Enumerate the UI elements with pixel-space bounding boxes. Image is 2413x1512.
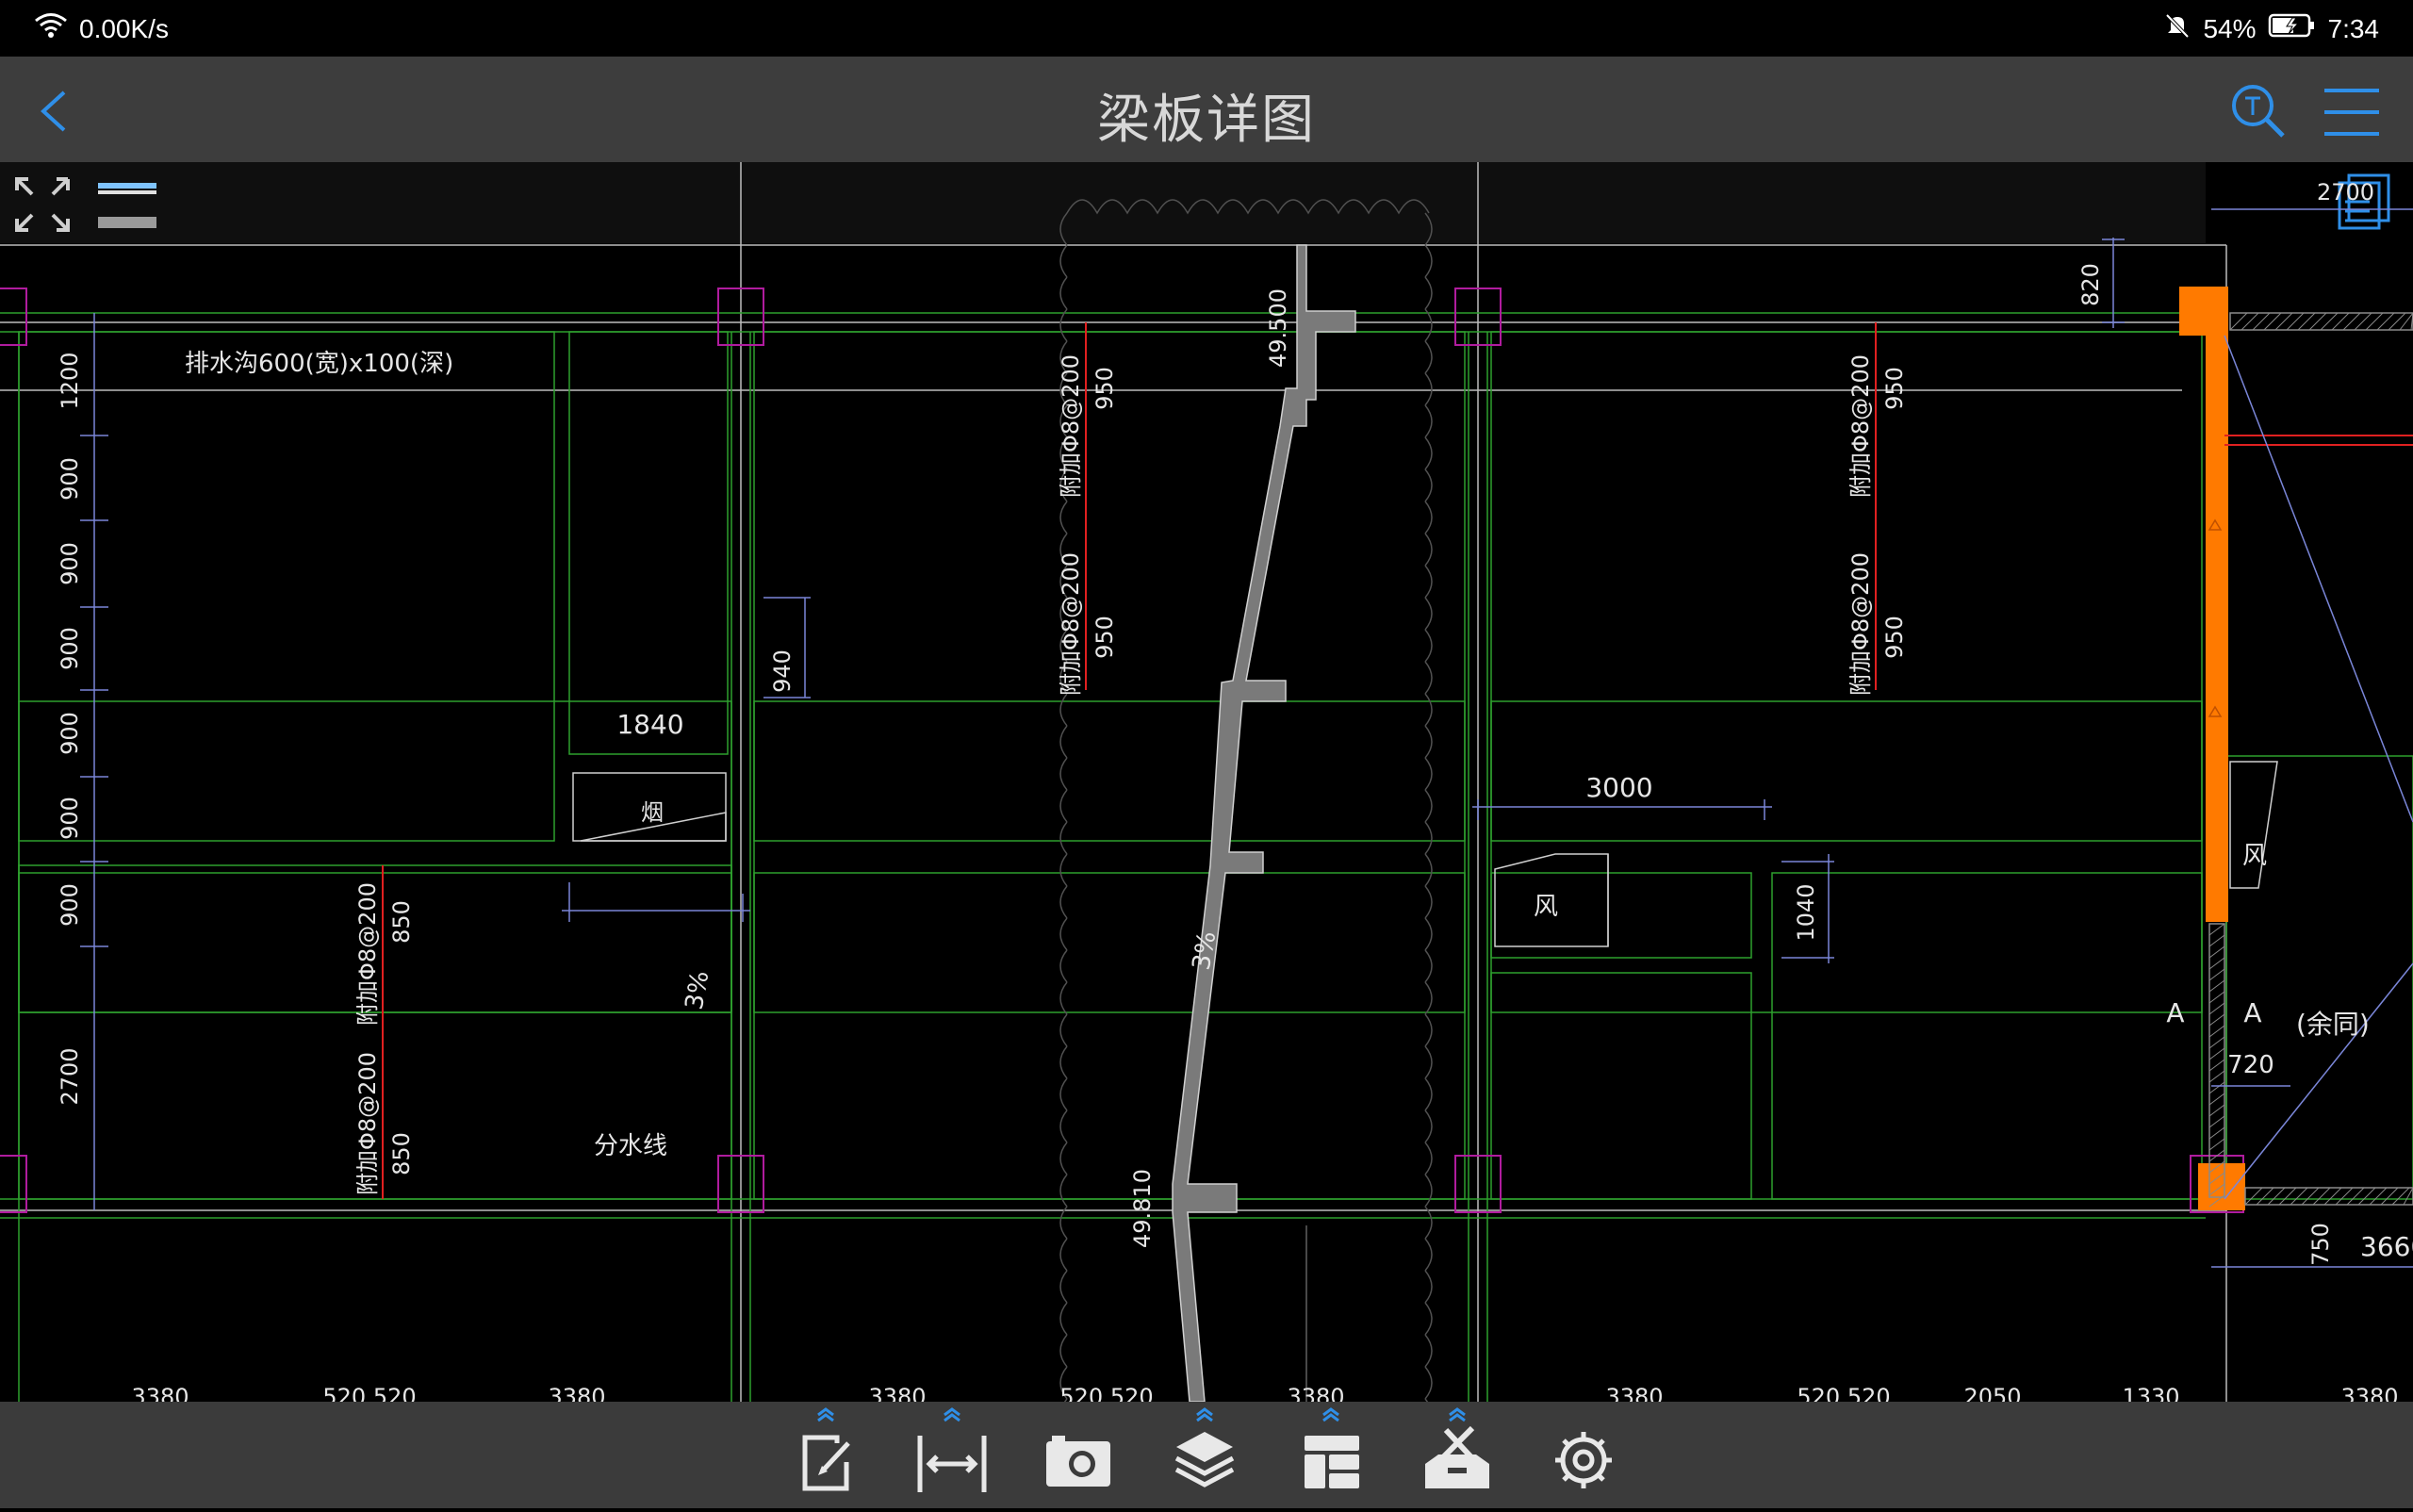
dim-750: 750 [2307,1223,2334,1266]
bottom-dim-9: 2050 [1963,1384,2021,1402]
dim-820: 820 [2077,263,2104,306]
dim-2700-top: 2700 [2317,179,2374,205]
gear-icon [1555,1432,1612,1488]
slab-panels [0,312,2413,1402]
note-same: (余同) [2296,1009,2370,1040]
rebar-note-4: 附加Φ8@200 [1847,552,1874,696]
section-a-left: A [2166,997,2184,1028]
rebar-note-6: 附加Φ8@200 [354,1052,381,1195]
toolbox-tool-button[interactable] [1410,1402,1504,1508]
rebar-len-4: 950 [1881,616,1908,659]
left-dim-4: 900 [57,627,83,670]
rebar-note-2: 附加Φ8@200 [1058,552,1084,696]
bottom-dim-4: 3380 [868,1384,926,1402]
edit-icon [802,1435,850,1491]
layers-icon [1174,1432,1235,1487]
slope-center: 3% [1188,929,1223,973]
settings-tool-button[interactable] [1536,1402,1631,1508]
rebar-note-3: 附加Φ8@200 [1847,354,1874,498]
room-xi: 烟 [641,799,664,826]
axis-lines [0,162,2227,1402]
bottom-dim-2: 520 520 [322,1384,416,1402]
left-dim-3: 900 [57,542,83,585]
camera-tool-button[interactable] [1031,1402,1125,1508]
bottom-dim-1: 3380 [131,1384,189,1402]
layout-tool-button[interactable] [1284,1402,1378,1508]
network-speed: 0.00K/s [79,13,169,43]
section-a-right: A [2243,997,2261,1028]
text-search-button[interactable] [2226,79,2292,145]
left-dim-8: 2700 [57,1047,83,1105]
measure-icon [917,1436,987,1492]
dim-3000: 3000 [1585,772,1652,803]
elevation-top: 49.500 [1265,288,1291,368]
app-header: 梁板详图 [0,57,2413,162]
battery-level: 54% [2203,13,2257,43]
menu-icon [2324,89,2379,136]
dim-720: 720 [2227,1051,2274,1079]
left-dim-5: 900 [57,712,83,755]
rebar-len-2: 950 [1092,616,1118,659]
layer-toggle-icon[interactable] [98,183,156,228]
rebar-len-1: 950 [1092,367,1118,410]
drain-note: 排水沟600(宽)x100(深) [185,350,453,378]
dim-940: 940 [769,649,796,693]
left-dim-2: 900 [57,457,83,501]
dim-3660: 3660 [2360,1231,2413,1262]
bottom-dim-10: 1330 [2122,1384,2179,1402]
bottom-dim-6: 3380 [1287,1384,1344,1402]
rebar-len-6: 850 [388,1132,415,1175]
slope-section [1172,244,1356,1402]
drawing-canvas[interactable]: 排水沟600(宽)x100(深) 1840 3000 分水线 A A (余同) … [0,162,2413,1402]
menu-button[interactable] [2321,83,2383,141]
layers-tool-button[interactable] [1157,1402,1252,1508]
dim-1840: 1840 [616,709,683,740]
slope-left: 3% [681,969,715,1012]
rebar-len-3: 950 [1881,367,1908,410]
left-dim-1: 1200 [57,352,83,409]
room-outlines [572,761,2278,1402]
rebar-len-5: 850 [388,900,415,944]
elevation-bottom: 49.810 [1129,1169,1156,1248]
clock: 7:34 [2327,13,2380,43]
rebar-note-1: 附加Φ8@200 [1058,354,1084,498]
bottom-dim-7: 3380 [1605,1384,1663,1402]
status-bar: 0.00K/s 54% 7:34 [0,0,2413,57]
bottom-dim-3: 3380 [548,1384,605,1402]
room-feng-1: 风 [1534,893,1558,921]
mute-icon [2163,11,2191,46]
rebar-note-5: 附加Φ8@200 [354,882,381,1026]
columns [0,288,2244,1213]
edit-tool-button[interactable] [779,1402,873,1508]
fullscreen-icon[interactable] [15,177,70,232]
measure-tool-button[interactable] [905,1402,999,1508]
bottom-dim-8: 520 520 [1797,1384,1890,1402]
toolbox-icon [1425,1425,1489,1488]
bottom-dim-5: 520 520 [1059,1384,1153,1402]
room-feng-2: 风 [2242,842,2267,870]
text-search-icon [2232,85,2285,138]
page-title: 梁板详图 [1097,90,1316,151]
dim-1040: 1040 [1793,883,1819,941]
split-line-label: 分水线 [594,1132,667,1160]
left-dim-7: 900 [57,883,83,927]
wifi-icon [34,11,68,46]
bottom-toolbar [0,1402,2413,1508]
left-dim-6: 900 [57,797,83,840]
battery-icon [2268,12,2317,45]
camera-icon [1046,1436,1110,1487]
red-marks [382,322,2413,1199]
layout-icon [1305,1436,1359,1488]
bottom-dim-11: 3380 [2340,1384,2398,1402]
